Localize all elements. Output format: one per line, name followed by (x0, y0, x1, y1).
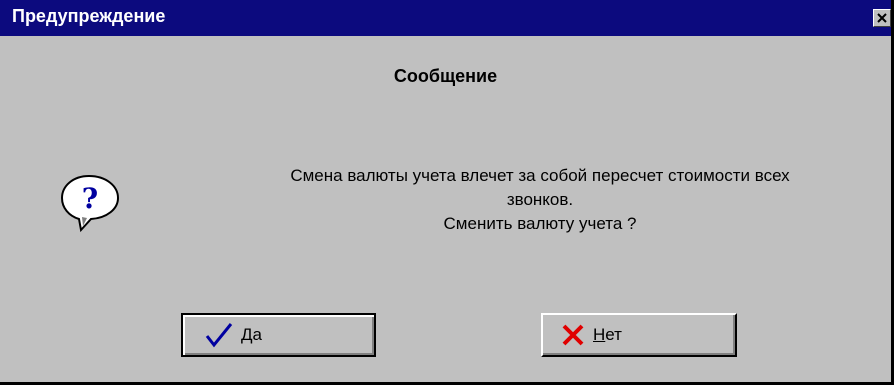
no-button[interactable]: Нет (541, 313, 737, 357)
message-line: звонков. (506, 190, 574, 209)
no-button-mnemonic: Н (593, 325, 606, 344)
message-text: Смена валюты учета влечет за собой перес… (200, 164, 880, 236)
message-line: Смена валюты учета влечет за собой перес… (290, 166, 790, 185)
title-bar[interactable]: Предупреждение (0, 0, 891, 36)
yes-button-label: а (252, 325, 262, 344)
close-button[interactable] (873, 9, 891, 27)
window-title: Предупреждение (12, 6, 166, 26)
message-line: Сменить валюту учета ? (443, 214, 637, 233)
cross-icon (562, 324, 584, 346)
svg-text:?: ? (82, 182, 98, 215)
question-icon: ? (54, 172, 126, 234)
dialog-heading: Сообщение (393, 66, 498, 86)
checkmark-icon (205, 323, 233, 348)
yes-button-mnemonic: Д (241, 325, 253, 344)
yes-button[interactable]: Да (181, 313, 376, 357)
no-button-label: ет (605, 325, 622, 344)
dialog-window: Предупреждение Сообщение ? Смена валюты … (0, 0, 894, 385)
close-icon (877, 13, 887, 23)
